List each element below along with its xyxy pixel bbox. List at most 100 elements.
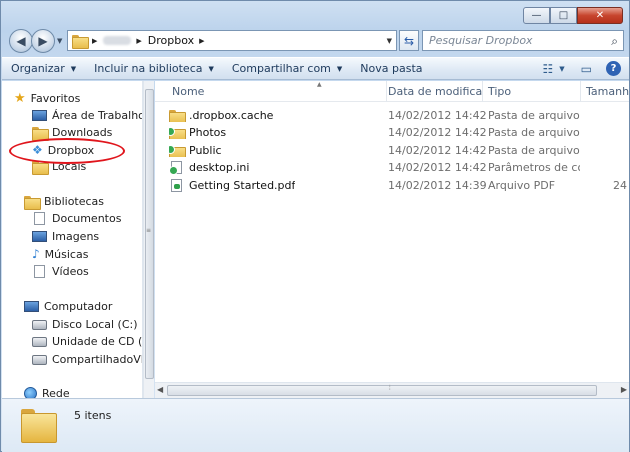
new-folder-button[interactable]: Nova pasta — [351, 62, 431, 75]
hard-drive-icon — [32, 319, 47, 330]
file-name-cell: .dropbox.cache — [169, 109, 273, 122]
breadcrumb-user-blurred[interactable] — [103, 36, 132, 45]
share-with-button[interactable]: Compartilhar com ▼ — [223, 62, 351, 75]
maximize-button[interactable]: □ — [550, 7, 577, 24]
downloads-folder-icon — [32, 126, 49, 141]
navigation-scrollbar[interactable]: ≡ — [143, 81, 154, 398]
view-options-icon[interactable]: ☷ — [543, 62, 554, 76]
sidebar-item-downloads[interactable]: Downloads — [32, 126, 113, 141]
sidebar-item-label: Downloads — [52, 126, 113, 139]
sidebar-libraries[interactable]: Bibliotecas — [24, 195, 105, 210]
sidebar-item-shared-vm[interactable]: CompartilhadoVM (\ — [32, 353, 143, 366]
chevron-right-icon[interactable]: ▶ — [136, 37, 141, 45]
table-row[interactable]: Public 14/02/2012 14:42 Pasta de arquivo… — [155, 142, 629, 160]
sidebar-network[interactable]: Rede — [24, 387, 70, 398]
sidebar-header-label: Rede — [42, 387, 70, 398]
include-library-button[interactable]: Incluir na biblioteca ▼ — [85, 62, 223, 75]
toolbar-right: ☷ ▼ ▭ ? — [533, 61, 621, 76]
sidebar-favorites[interactable]: ★ Favoritos — [14, 91, 80, 106]
refresh-button[interactable]: ⇆ — [399, 30, 419, 51]
forward-button[interactable]: ▶ — [31, 29, 55, 53]
search-icon[interactable]: ⌕ — [611, 34, 618, 49]
sidebar-item-music[interactable]: ♪ Músicas — [32, 247, 88, 261]
chevron-down-icon: ▼ — [336, 64, 343, 73]
pdf-synced-icon — [171, 179, 182, 192]
window-controls: — □ ✕ — [523, 7, 623, 24]
file-name: .dropbox.cache — [189, 109, 274, 122]
scrollbar-thumb[interactable] — [145, 89, 154, 379]
file-type: Pasta de arquivos — [488, 109, 580, 122]
file-name-cell: Public — [169, 144, 222, 157]
table-row[interactable]: Photos 14/02/2012 14:42 Pasta de arquivo… — [155, 124, 629, 142]
sidebar-item-label: Músicas — [44, 247, 89, 261]
back-button[interactable]: ◀ — [9, 29, 33, 53]
sidebar-item-desktop[interactable]: Área de Trabalho — [32, 109, 143, 122]
arrow-right-icon: ▶ — [38, 34, 48, 48]
sidebar-item-videos[interactable]: Vídeos — [32, 265, 89, 278]
star-icon: ★ — [14, 91, 26, 106]
scroll-right-icon[interactable]: ▶ — [621, 385, 627, 394]
table-row[interactable]: .dropbox.cache 14/02/2012 14:42 Pasta de… — [155, 107, 629, 125]
column-header-date[interactable]: Data de modificaç... — [383, 81, 483, 102]
sidebar-item-documents[interactable]: Documentos — [32, 212, 121, 225]
search-input[interactable]: Pesquisar Dropbox ⌕ — [422, 30, 624, 51]
file-date: 14/02/2012 14:42 — [388, 126, 487, 139]
column-header-size[interactable]: Tamanh — [581, 81, 629, 102]
close-button[interactable]: ✕ — [577, 7, 623, 24]
refresh-icon: ⇆ — [403, 33, 415, 48]
network-drive-icon — [32, 354, 47, 365]
navigation-pane: ★ Favoritos Área de Trabalho Downloads ❖… — [2, 81, 143, 398]
file-type: Pasta de arquivos — [488, 126, 580, 139]
sidebar-item-pictures[interactable]: Imagens — [32, 230, 99, 243]
scroll-grip-icon: ⦙ — [389, 384, 391, 392]
file-name: desktop.ini — [189, 161, 250, 174]
view-dropdown-icon[interactable]: ▼ — [559, 65, 564, 73]
sidebar-item-local-disk[interactable]: Disco Local (C:) — [32, 318, 138, 331]
table-row[interactable]: Getting Started.pdf 14/02/2012 14:39 Arq… — [155, 177, 629, 195]
videos-icon — [34, 265, 45, 278]
file-list: ▲ Nome Data de modificaç... Tipo Tamanh … — [155, 81, 629, 398]
organize-button[interactable]: Organizar ▼ — [2, 62, 85, 75]
column-header-type[interactable]: Tipo — [483, 81, 581, 102]
desktop-icon — [32, 110, 47, 121]
details-pane: 5 itens — [2, 398, 629, 452]
address-bar[interactable]: ▶ ▶ Dropbox ▶ ▼ — [67, 30, 397, 51]
arrow-left-icon: ◀ — [16, 34, 26, 48]
file-size: 24 — [613, 179, 627, 192]
sidebar-item-label: Imagens — [52, 230, 100, 243]
sidebar-item-cd-drive[interactable]: Unidade de CD (D:) V — [32, 335, 143, 348]
include-library-label: Incluir na biblioteca — [94, 62, 203, 75]
cd-drive-icon — [32, 336, 47, 347]
folder-icon — [169, 109, 186, 122]
file-synced-icon — [169, 161, 182, 174]
sidebar-header-label: Bibliotecas — [44, 195, 105, 208]
column-header-name[interactable]: Nome — [167, 81, 387, 102]
file-type: Pasta de arquivos — [488, 144, 580, 157]
horizontal-scrollbar[interactable]: ◀ ⦙ ▶ — [155, 382, 629, 398]
sidebar-item-label: Unidade de CD (D:) V — [52, 335, 143, 348]
table-row[interactable]: desktop.ini 14/02/2012 14:42 Parâmetros … — [155, 159, 629, 177]
preview-pane-icon[interactable]: ▭ — [581, 62, 592, 76]
file-name: Getting Started.pdf — [189, 179, 296, 192]
scroll-left-icon[interactable]: ◀ — [157, 385, 163, 394]
sidebar-item-label: Área de Trabalho — [52, 109, 143, 122]
scrollbar-thumb[interactable] — [167, 385, 597, 396]
chevron-right-icon[interactable]: ▶ — [92, 37, 97, 45]
computer-icon — [24, 301, 39, 312]
address-dropdown[interactable]: ▼ — [387, 37, 392, 45]
breadcrumb-current[interactable]: Dropbox — [148, 34, 194, 47]
sidebar-item-label: CompartilhadoVM (\ — [52, 353, 143, 366]
documents-icon — [34, 212, 45, 225]
folder-synced-icon — [169, 126, 186, 139]
chevron-right-icon[interactable]: ▶ — [199, 37, 204, 45]
file-date: 14/02/2012 14:39 — [388, 179, 487, 192]
folder-icon — [72, 34, 89, 49]
file-type: Arquivo PDF — [488, 179, 556, 192]
command-bar: Organizar ▼ Incluir na biblioteca ▼ Compar… — [2, 57, 629, 80]
minimize-button[interactable]: — — [523, 7, 550, 24]
file-date: 14/02/2012 14:42 — [388, 109, 487, 122]
sidebar-computer[interactable]: Computador — [24, 300, 112, 313]
help-icon[interactable]: ? — [606, 61, 621, 76]
recent-pages-dropdown[interactable]: ▼ — [57, 37, 62, 45]
search-placeholder: Pesquisar Dropbox — [429, 34, 533, 47]
